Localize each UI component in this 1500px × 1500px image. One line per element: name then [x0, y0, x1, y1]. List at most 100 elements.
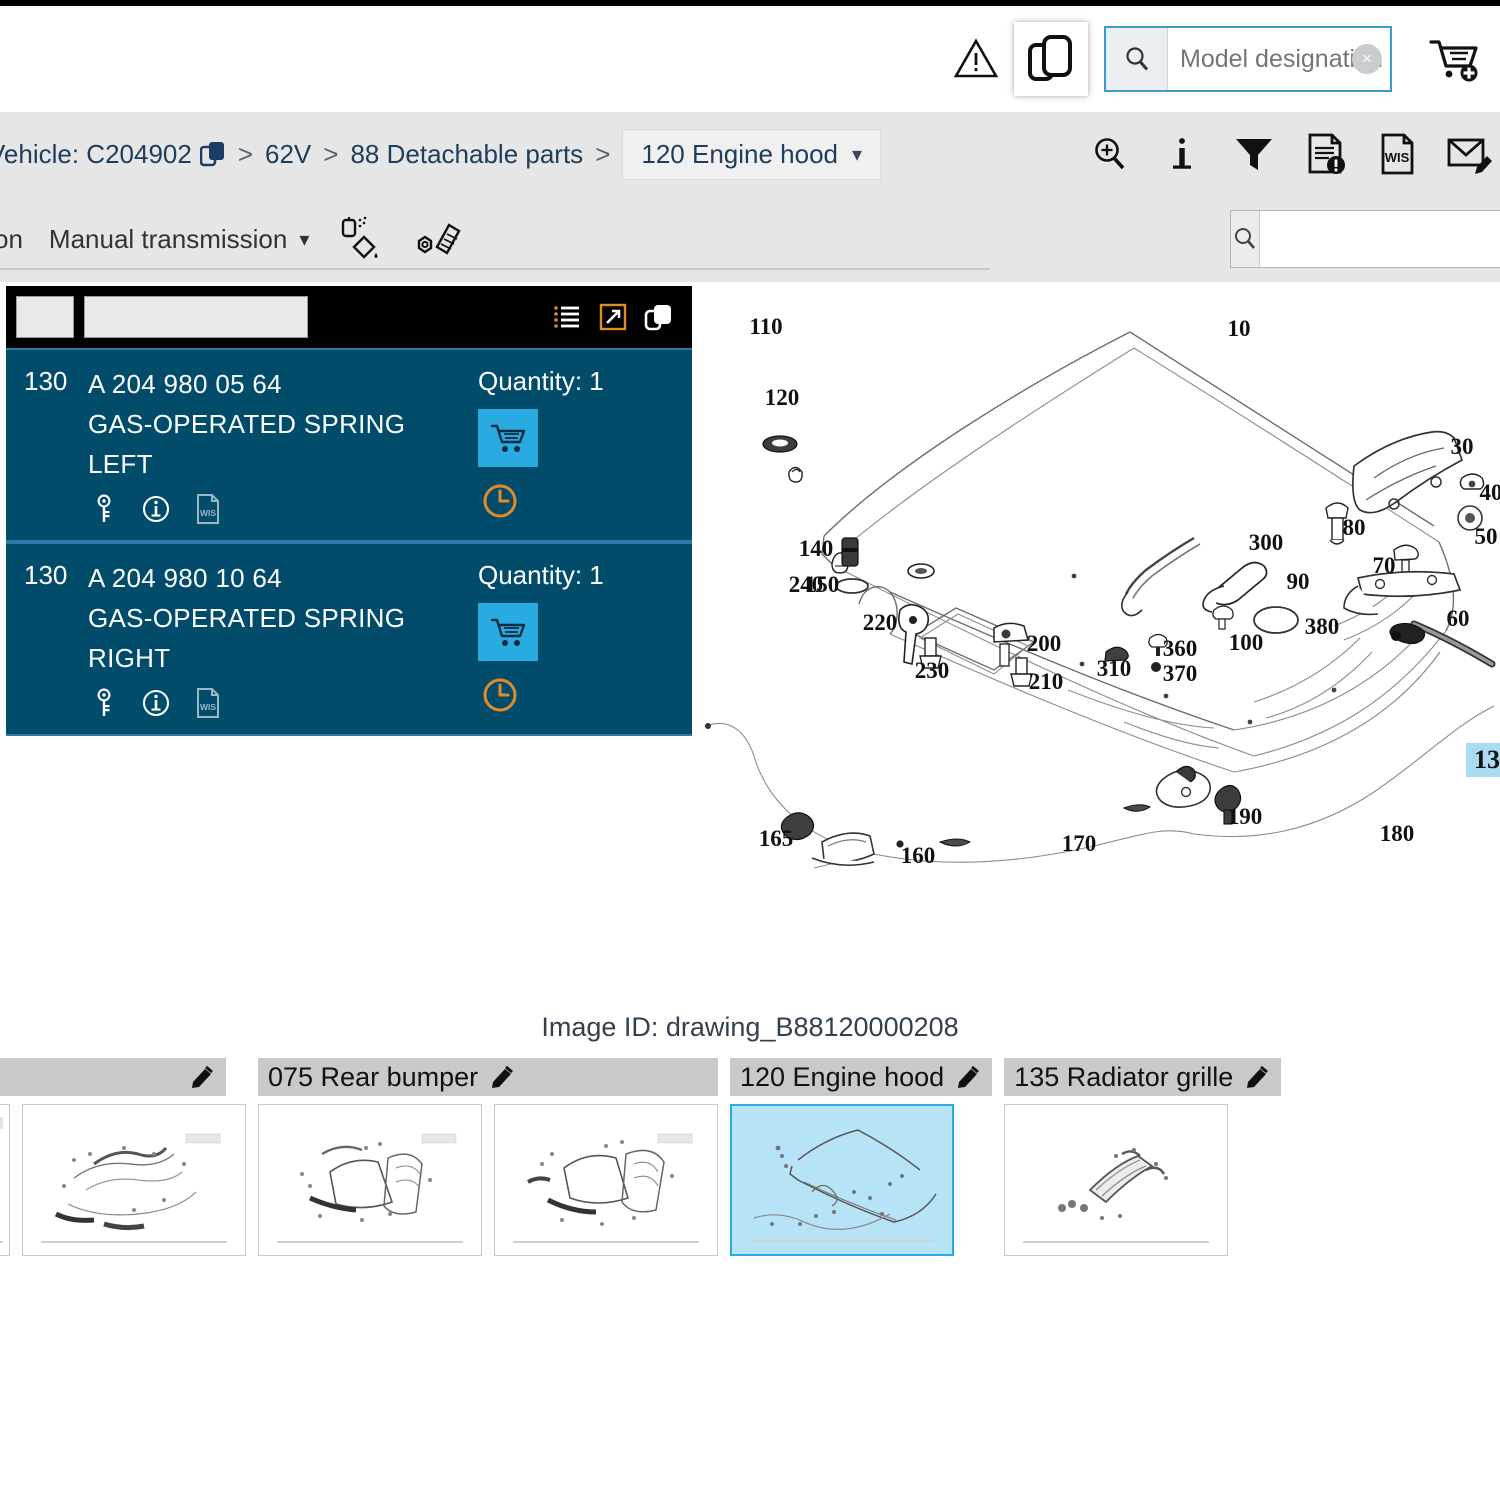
edit-icon[interactable] — [190, 1064, 216, 1090]
app-header: × — [0, 6, 1500, 112]
breadcrumb: Vehicle: C204902 > 62V > 88 Detachable p… — [0, 128, 1084, 180]
thumbnail-strip: 075 Rear bumper 120 Engine hood 135 Radi… — [0, 1058, 1500, 1256]
list-item[interactable] — [22, 1104, 246, 1256]
chevron-down-icon: ▾ — [299, 228, 310, 251]
callout-310: 310 — [1097, 656, 1132, 681]
list-item[interactable] — [1004, 1104, 1229, 1256]
parts-filter-input[interactable] — [84, 296, 308, 338]
callout-180: 180 — [1380, 821, 1415, 846]
list-item[interactable] — [494, 1104, 718, 1256]
callout-10: 10 — [1228, 316, 1251, 341]
thumbnail-group-header[interactable] — [0, 1058, 226, 1096]
callout-190: 190 — [1228, 804, 1263, 829]
callout-80: 80 — [1343, 515, 1366, 540]
thumbnail-group-header[interactable]: 135 Radiator grille — [1004, 1058, 1282, 1096]
breadcrumb-subgroup[interactable]: 88 Detachable parts — [350, 139, 583, 170]
thumbnail-group: 075 Rear bumper — [258, 1058, 718, 1256]
zoom-in-icon[interactable] — [1084, 128, 1136, 180]
paint-bucket-icon[interactable] — [335, 213, 387, 265]
thumbnail-group: 135 Radiator grille — [1004, 1058, 1282, 1256]
part-row[interactable]: 130 A 204 980 05 64 GAS-OPERATED SPRING … — [6, 348, 692, 542]
highlighted-callout-130[interactable]: 130 — [1466, 743, 1500, 777]
filter-divider — [0, 268, 990, 270]
filter-icon[interactable] — [1228, 128, 1280, 180]
list-view-icon[interactable] — [550, 300, 584, 334]
parts-search-box[interactable] — [1230, 210, 1500, 268]
thumbnail-group-title: 120 Engine hood — [740, 1061, 945, 1092]
mail-edit-icon[interactable] — [1444, 128, 1496, 180]
parts-search-input[interactable] — [1260, 211, 1500, 267]
info-circle-icon[interactable] — [140, 686, 172, 720]
key-icon[interactable] — [88, 686, 120, 720]
thumbnail-group-header[interactable]: 075 Rear bumper — [258, 1058, 718, 1096]
select-all-checkbox[interactable] — [16, 296, 74, 338]
wis-document-icon[interactable]: WIS — [1372, 128, 1424, 180]
callout-140: 140 — [799, 536, 834, 561]
copy-icon[interactable] — [199, 140, 226, 168]
copy-icon[interactable] — [642, 300, 676, 334]
add-to-cart-icon[interactable] — [1426, 28, 1486, 90]
part-quantity: Quantity: 1 — [478, 366, 604, 396]
key-icon[interactable] — [88, 492, 120, 526]
wis-document-icon[interactable]: WIS — [192, 492, 224, 526]
edit-icon[interactable] — [956, 1064, 982, 1090]
callout-50: 50 — [1475, 524, 1498, 549]
callout-30: 30 — [1451, 434, 1474, 459]
search-icon[interactable] — [1106, 28, 1168, 90]
breadcrumb-vehicle[interactable]: Vehicle: C204902 — [0, 139, 192, 170]
callout-300: 300 — [1249, 530, 1284, 555]
clear-search-icon[interactable]: × — [1352, 44, 1382, 74]
breadcrumb-sep-2: > — [323, 138, 339, 169]
search-icon[interactable] — [1231, 211, 1260, 267]
breadcrumb-current-dropdown[interactable]: 120 Engine hood ▾ — [622, 128, 882, 180]
part-row[interactable]: 130 A 204 980 10 64 GAS-OPERATED SPRING … — [6, 542, 692, 736]
breadcrumb-sep-1: > — [237, 138, 254, 169]
bolt-nut-icon[interactable] — [413, 213, 465, 265]
add-part-to-cart-button[interactable] — [478, 603, 538, 661]
transmission-dropdown[interactable]: Manual transmission ▾ — [49, 224, 309, 255]
model-search-box[interactable]: × — [1104, 26, 1392, 92]
callout-165: 165 — [759, 826, 794, 851]
add-part-to-cart-button[interactable] — [478, 409, 538, 467]
breadcrumb-toolbar: WIS — [1084, 128, 1500, 180]
wis-document-icon[interactable]: WIS — [192, 686, 224, 720]
callout-90: 90 — [1287, 569, 1310, 594]
edit-icon[interactable] — [1245, 1064, 1271, 1090]
breadcrumb-current-label: 120 Engine hood — [641, 138, 838, 169]
clock-history-icon[interactable] — [478, 477, 534, 525]
list-item[interactable] — [730, 1104, 954, 1256]
callout-100: 100 — [1229, 630, 1264, 655]
callout-220: 220 — [863, 610, 898, 635]
callout-70: 70 — [1373, 553, 1396, 578]
copy-documents-icon[interactable] — [1014, 22, 1088, 96]
callout-170: 170 — [1062, 831, 1097, 856]
thumbnail-group-title: 075 Rear bumper — [268, 1061, 479, 1092]
callout-360: 360 — [1163, 636, 1198, 661]
thumbnail-group-header[interactable]: 120 Engine hood — [730, 1058, 993, 1096]
application-root: × Vehicle: C204902 — [0, 0, 1500, 1500]
breadcrumb-group[interactable]: 62V — [265, 139, 311, 170]
clock-history-icon[interactable] — [478, 671, 534, 719]
list-item[interactable] — [0, 1104, 10, 1256]
callout-200: 200 — [1027, 631, 1062, 656]
warning-triangle-icon[interactable] — [946, 28, 1006, 90]
info-circle-icon[interactable] — [140, 492, 172, 526]
breadcrumb-bar: Vehicle: C204902 > 62V > 88 Detachable p… — [0, 112, 1500, 196]
thumbnail-group-title: 135 Radiator grille — [1014, 1061, 1234, 1092]
drawing-svg[interactable]: 110 120 10 30 40 50 240 140 150 220 230 … — [694, 286, 1500, 986]
exploded-parts-drawing[interactable]: 110 120 10 30 40 50 240 140 150 220 230 … — [694, 286, 1500, 986]
callout-150: 150 — [805, 572, 840, 597]
parts-list-header — [6, 286, 692, 348]
svg-text:WIS: WIS — [200, 702, 216, 712]
svg-text:WIS: WIS — [1385, 150, 1410, 165]
callout-230: 230 — [915, 658, 950, 683]
list-item[interactable] — [258, 1104, 482, 1256]
document-alert-icon[interactable] — [1300, 128, 1352, 180]
breadcrumb-sep-3: > — [595, 138, 611, 169]
parts-list-panel: 130 A 204 980 05 64 GAS-OPERATED SPRING … — [6, 286, 692, 736]
expand-icon[interactable] — [596, 300, 630, 334]
info-icon[interactable] — [1156, 128, 1208, 180]
part-quantity: Quantity: 1 — [478, 560, 604, 590]
svg-text:WIS: WIS — [200, 508, 216, 518]
edit-icon[interactable] — [490, 1064, 516, 1090]
